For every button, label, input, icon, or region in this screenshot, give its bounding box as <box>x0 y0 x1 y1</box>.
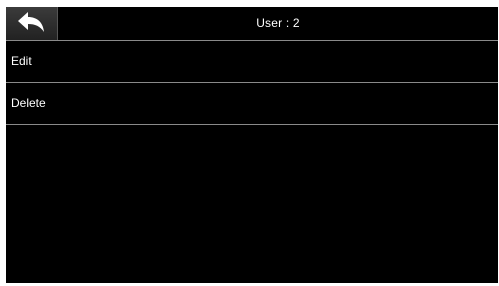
menu-item-delete[interactable]: Delete <box>6 83 498 125</box>
page-title: User : 2 <box>256 16 300 30</box>
back-arrow-icon <box>18 12 44 32</box>
back-button[interactable] <box>6 7 58 40</box>
user-options-menu: Edit Delete <box>6 41 498 125</box>
device-screen: User : 2 Edit Delete <box>6 7 498 283</box>
title-bar: User : 2 <box>6 7 498 41</box>
menu-item-edit[interactable]: Edit <box>6 41 498 83</box>
